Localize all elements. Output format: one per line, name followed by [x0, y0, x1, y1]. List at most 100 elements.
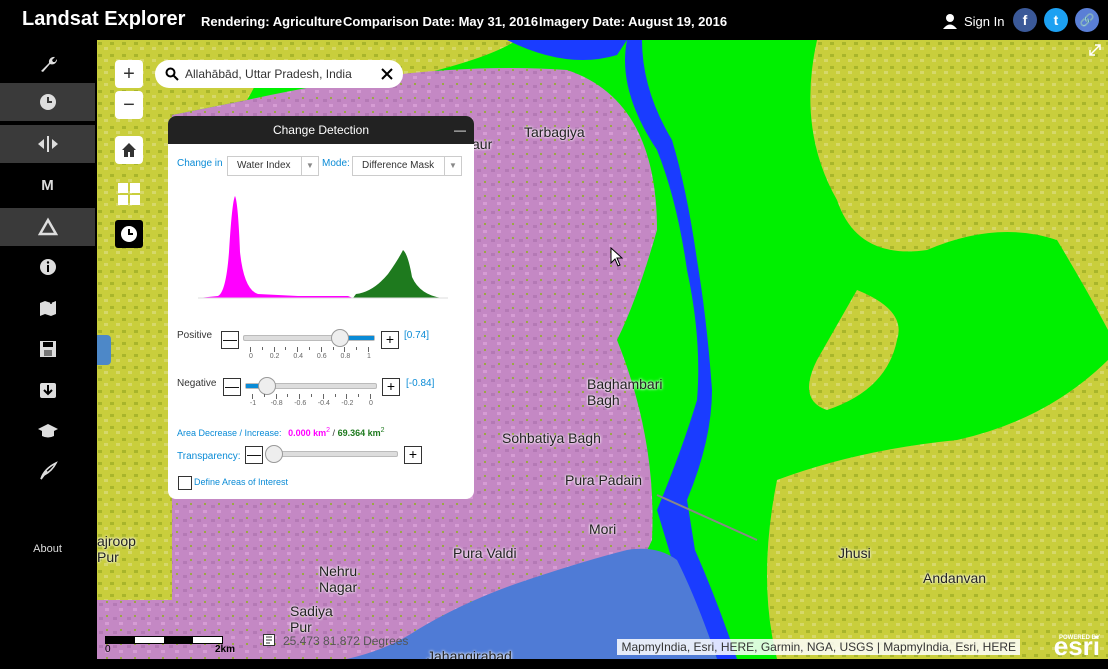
slider-tick-mark	[275, 394, 277, 399]
aoi-label[interactable]: Define Areas of Interest	[194, 477, 288, 487]
slider-tick-label: 0.4	[293, 353, 304, 360]
slider-tick-label: -0.8	[270, 400, 283, 407]
twitter-icon[interactable]: t	[1044, 8, 1068, 32]
sidebar-item-education[interactable]	[0, 412, 95, 450]
zoom-in-button[interactable]: +	[115, 60, 143, 88]
slider-tick-mark	[297, 347, 299, 352]
positive-decrease-button[interactable]: —	[221, 331, 239, 349]
change-in-label: Change in	[177, 158, 223, 169]
slider-tick-mark	[344, 347, 346, 352]
change-detection-panel: Change Detection — Change in Water Index…	[168, 116, 474, 499]
slider-tick-label: -0.2	[341, 400, 354, 407]
coordinates-readout: 25.473 81.872 Degrees	[283, 634, 409, 648]
place-label: Andanvan	[923, 570, 987, 586]
map-attribution: MapmyIndia, Esri, HERE, Garmin, NGA, USG…	[617, 639, 1020, 655]
sidebar-item-add-data[interactable]	[0, 288, 95, 326]
slider-tick-mark	[252, 394, 253, 399]
transparency-slider[interactable]	[268, 451, 398, 457]
slider-tick-mark	[273, 347, 275, 352]
sidebar-item-story[interactable]	[0, 452, 95, 490]
change-in-select[interactable]: Water Index ▼	[227, 156, 319, 176]
scale-bar	[105, 636, 223, 644]
mode-value: Difference Mask	[362, 160, 435, 171]
change-in-value: Water Index	[237, 160, 291, 171]
slider-tick-label: 0	[249, 353, 253, 360]
transparency-increase-button[interactable]: +	[404, 446, 422, 464]
place-label: Jhusi	[838, 545, 871, 561]
slider-tick-mark	[358, 394, 360, 397]
wrench-icon	[40, 56, 57, 72]
positive-increase-button[interactable]: +	[381, 331, 399, 349]
place-label: ajroop Pur	[97, 533, 136, 565]
area-label: Area Decrease / Increase:	[177, 428, 282, 438]
search-box[interactable]: Allahābād, Uttar Pradesh, India	[155, 60, 403, 88]
basemap-button[interactable]	[115, 180, 143, 208]
facebook-icon[interactable]: f	[1013, 8, 1037, 32]
sidebar-item-identify[interactable]	[0, 248, 95, 286]
place-label: Nehru Nagar	[319, 563, 358, 595]
panel-header: Change Detection —	[168, 116, 474, 144]
sidebar-item-mosaic[interactable]: M	[0, 166, 95, 204]
sidebar-item-about[interactable]: About	[0, 543, 95, 555]
area-increase-value: 69.364 km	[337, 428, 381, 438]
graduation-cap-icon	[37, 424, 58, 438]
slider-tick-mark	[356, 347, 358, 350]
map-view[interactable]: Tarbagiya Baghambari Bagh Sohbatiya Bagh…	[97, 40, 1108, 659]
sidebar-item-tools[interactable]	[0, 45, 95, 83]
negative-decrease-button[interactable]: —	[223, 378, 241, 396]
slider-tick-mark	[322, 394, 324, 399]
place-label: Mori	[589, 521, 617, 537]
slider-tick-mark	[285, 347, 287, 350]
positive-label: Positive	[177, 330, 213, 341]
zoom-out-button[interactable]: −	[115, 91, 143, 119]
minimize-button[interactable]: —	[454, 116, 466, 144]
link-icon[interactable]: 🔗	[1075, 8, 1099, 32]
clock-icon	[39, 94, 56, 110]
negative-increase-button[interactable]: +	[382, 378, 400, 396]
negative-label: Negative	[177, 378, 217, 389]
slider-tick-label: -0.4	[317, 400, 330, 407]
home-icon	[122, 143, 136, 157]
scale-end: 2km	[215, 644, 236, 655]
sidebar-item-swipe[interactable]	[0, 125, 95, 163]
slider-tick-mark	[250, 347, 251, 352]
transparency-slider-thumb[interactable]	[265, 445, 283, 463]
close-icon[interactable]	[381, 68, 393, 80]
place-label: Sohbatiya Bagh	[502, 430, 601, 446]
mode-select[interactable]: Difference Mask ▼	[352, 156, 462, 176]
transparency-decrease-button[interactable]: —	[245, 446, 263, 464]
sidebar-item-time[interactable]	[0, 83, 95, 121]
time-slider-button[interactable]	[115, 220, 143, 248]
sidebar-item-change-detection[interactable]	[0, 208, 95, 246]
place-label: Sadiya Pur	[290, 603, 333, 635]
sign-in-label: Sign In	[964, 13, 1005, 29]
place-label: Jahangirabad	[427, 648, 512, 659]
transparency-label: Transparency:	[177, 451, 241, 462]
home-button[interactable]	[115, 136, 143, 164]
slider-tick-mark	[311, 394, 312, 397]
save-icon	[39, 341, 56, 357]
sidebar-item-save[interactable]	[0, 330, 95, 368]
app-title: Landsat Explorer	[22, 8, 186, 30]
expand-icon[interactable]	[1088, 43, 1102, 57]
comparison-date: Comparison Date: May 31, 2016	[343, 14, 539, 29]
area-readout: Area Decrease / Increase: 0.000 km2 / 69…	[177, 427, 385, 438]
place-label: Baghambari Bagh	[587, 376, 663, 408]
positive-slider-thumb[interactable]	[331, 329, 350, 347]
sidebar-item-export[interactable]	[0, 371, 95, 409]
positive-value: [0.74]	[404, 330, 430, 341]
sign-in-button[interactable]: Sign In	[942, 13, 1004, 29]
search-icon	[165, 67, 179, 81]
quill-icon	[39, 461, 58, 480]
slider-tick-label: 0.6	[316, 353, 327, 360]
place-label: Pura Padain	[565, 472, 643, 488]
area-increase-unit-sup: 2	[380, 427, 385, 434]
aoi-checkbox[interactable]	[178, 476, 192, 490]
slider-tick-mark	[320, 347, 322, 352]
panel-toggle-tab[interactable]	[97, 335, 111, 365]
slider-tick-label: -1	[249, 400, 257, 407]
search-input[interactable]: Allahābād, Uttar Pradesh, India	[185, 67, 381, 81]
positive-slider[interactable]	[243, 335, 375, 341]
negative-slider-thumb[interactable]	[257, 377, 276, 395]
esri-logo[interactable]: esri	[1054, 633, 1100, 659]
